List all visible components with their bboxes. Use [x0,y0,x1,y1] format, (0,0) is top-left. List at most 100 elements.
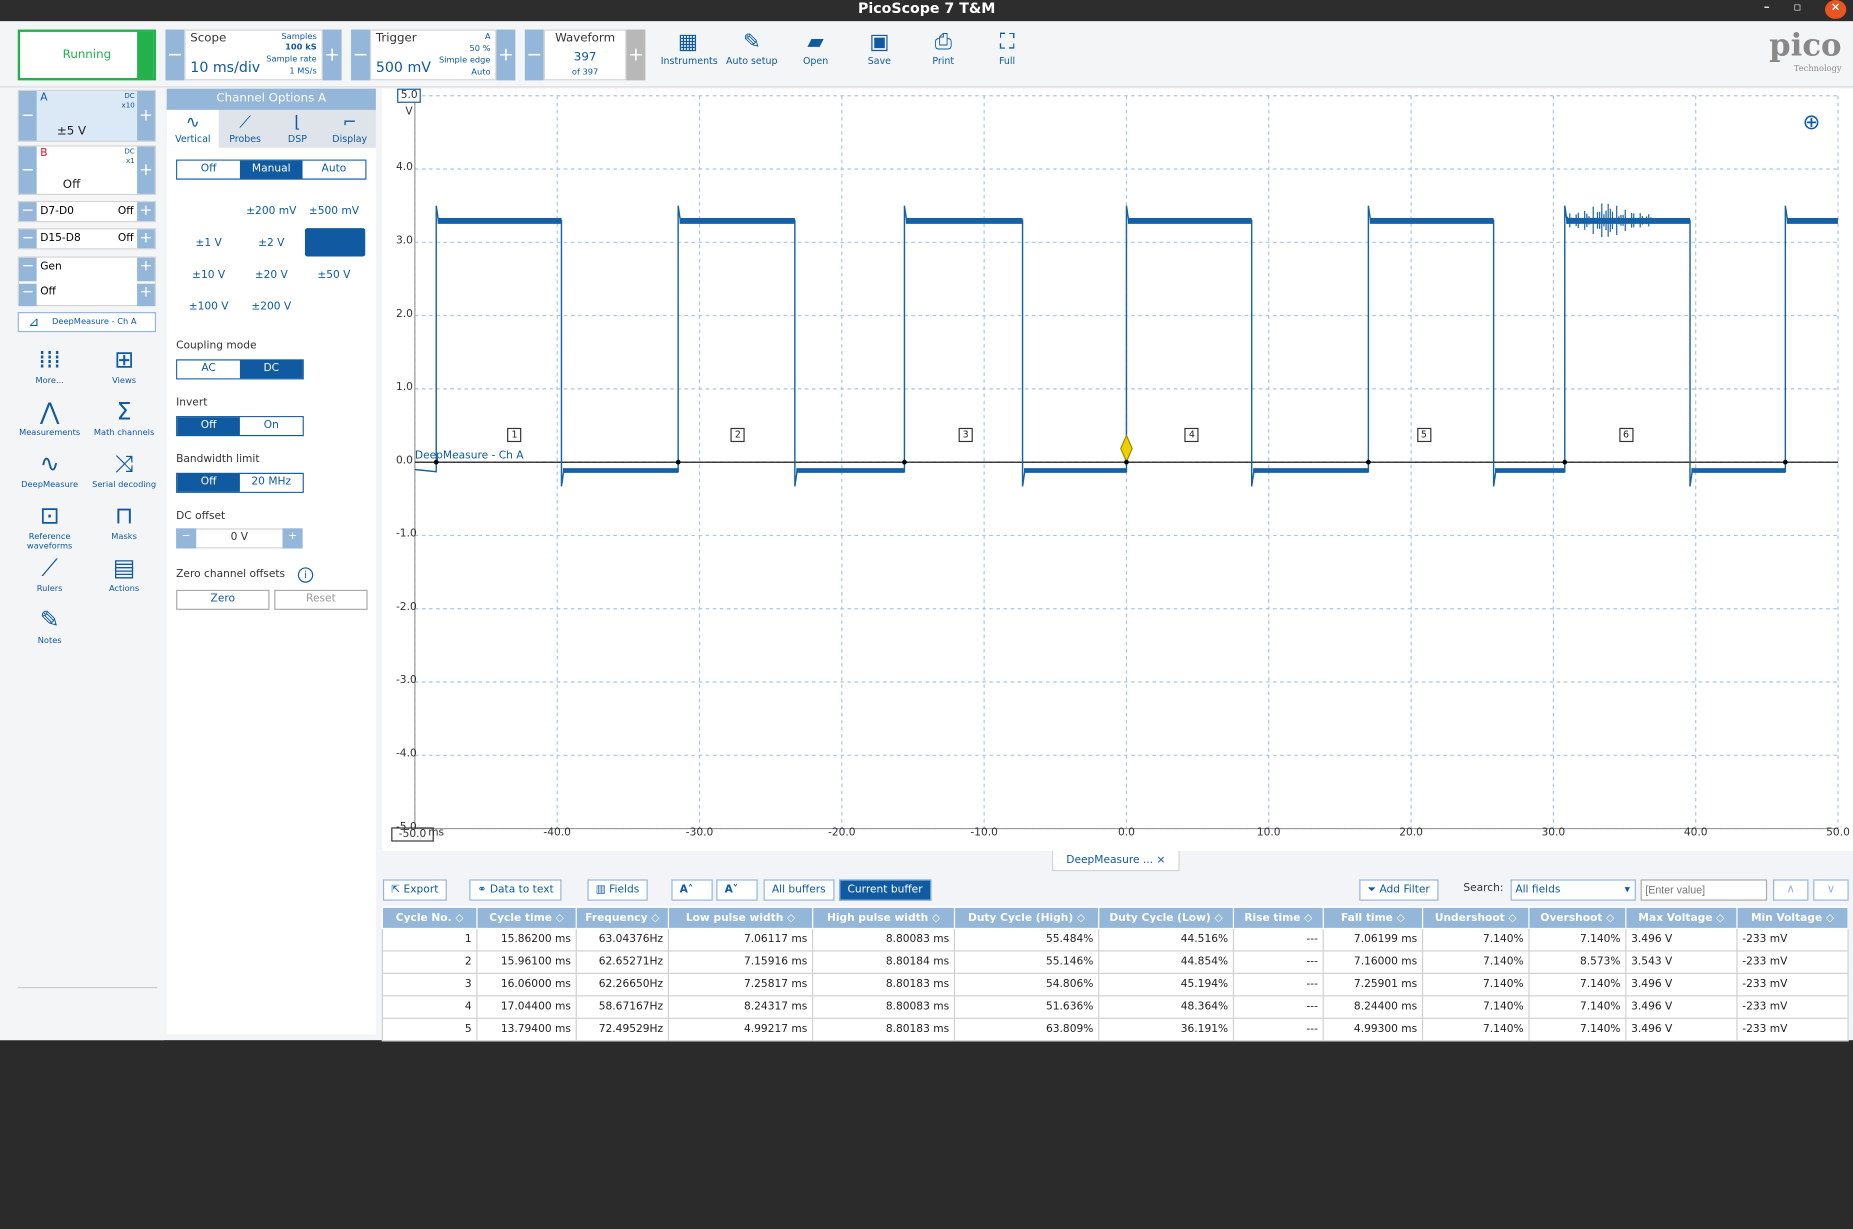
rulers-tool[interactable]: ⟋ Rulers [15,554,84,593]
channel-b-control[interactable]: − B DC x1 Off + [17,145,157,196]
tab-dsp[interactable]: ⌊ DSP [271,110,323,148]
cycle-marker[interactable]: 3 [958,427,973,443]
range-20v[interactable]: ±20 V [240,269,303,281]
dc-offset-field[interactable]: − 0 V + [176,528,303,549]
add-filter-button[interactable]: ⏷ Add Filter [1359,879,1439,901]
waveform-prev-button[interactable]: − [524,29,544,81]
column-header[interactable]: Min Voltage ◇ [1736,906,1849,930]
actions-tool[interactable]: ▤ Actions [90,554,159,593]
dc-offset-decrease[interactable]: − [176,528,197,549]
generator-control[interactable]: − − Gen Off + + [17,256,157,307]
run-stop-button[interactable]: Running [17,29,157,81]
zoom-icon[interactable]: ⊕ [1802,110,1820,135]
coupling-ac[interactable]: AC [177,360,240,379]
all-buffers-button[interactable]: All buffers [763,879,834,901]
range-5v-selected[interactable] [304,228,366,257]
deepmeasure-channel-button[interactable]: ⊿ DeepMeasure - Ch A [17,312,157,333]
current-buffer-button[interactable]: Current buffer [839,879,931,901]
more-tool[interactable]: ⁞⁞⁞ More... [15,346,84,385]
table-row[interactable]: 3 16.06000 ms 62.26650Hz 7.25817 ms 8.80183 … [381,972,1849,997]
channel-a-control[interactable]: − A DC x10 ±5 V + [17,89,157,142]
range-10v[interactable]: ±10 V [177,269,240,281]
timebase-decrease-button[interactable]: − [165,29,185,81]
auto-setup-button[interactable]: ✎ Auto setup [725,30,779,67]
bandwidth-20mhz[interactable]: 20 MHz [239,473,303,492]
print-button[interactable]: ⎙ Print [916,30,970,67]
range-50v[interactable]: ±50 V [303,269,366,281]
timebase-increase-button[interactable]: + [322,29,342,81]
range-mode-off[interactable]: Off [177,160,240,179]
tab-display[interactable]: ⌐ Display [324,110,376,148]
notes-tool[interactable]: ✎ Notes [15,606,84,645]
range-500mv[interactable]: ±500 mV [303,206,366,218]
bandwidth-off[interactable]: Off [177,473,240,492]
column-header[interactable]: Cycle time ◇ [476,906,577,930]
export-button[interactable]: ⇱ Export [382,879,447,901]
search-field-select[interactable]: All fields ▾ [1510,879,1636,901]
range-200mv[interactable]: ±200 mV [240,206,303,218]
table-row[interactable]: 2 15.96100 ms 62.65271Hz 7.15916 ms 8.80184 … [381,950,1849,974]
cycle-marker[interactable]: 1 [507,427,522,443]
digital-d7-d0[interactable]: − D7-D0 Off + [17,200,157,223]
d15-increase[interactable]: + [137,229,155,249]
dc-offset-increase[interactable]: + [282,528,303,549]
waveform-next-button[interactable]: + [626,29,646,81]
maximize-button[interactable]: ▫ [1793,0,1801,19]
column-header[interactable]: Duty Cycle (Low) ◇ [1098,906,1235,930]
open-button[interactable]: ▰ Open [788,30,842,67]
column-header[interactable]: Overshoot ◇ [1528,906,1627,930]
coupling-dc[interactable]: DC [239,360,303,379]
range-mode-auto[interactable]: Auto [302,160,366,179]
column-header[interactable]: Cycle No. ◇ [381,906,478,930]
tab-vertical[interactable]: ∿ Vertical [166,109,219,148]
d7-decrease[interactable]: − [18,202,37,222]
deepmeasure-tab[interactable]: DeepMeasure ... × [1051,851,1180,872]
range-mode-manual[interactable]: Manual [239,160,303,179]
range-2v[interactable]: ±2 V [240,238,303,250]
range-200v[interactable]: ±200 V [240,301,303,313]
serial-decoding-tool[interactable]: ⤨ Serial decoding [90,450,159,489]
data-to-text-button[interactable]: ⚭ Data to text [469,879,562,901]
channel-a-decrease[interactable]: − [18,91,37,141]
d15-decrease[interactable]: − [18,229,37,249]
invert-on[interactable]: On [239,417,303,435]
save-button[interactable]: ▣ Save [852,30,906,67]
reset-button[interactable]: Reset [274,589,368,610]
math-channels-tool[interactable]: Σ Math channels [90,398,159,437]
deepmeasure-tool[interactable]: ∿ DeepMeasure [15,450,84,489]
full-screen-button[interactable]: ⛶ Full [980,30,1034,67]
invert-off[interactable]: Off [177,417,240,435]
reference-waveforms-tool[interactable]: ⊡ Reference waveforms [15,502,84,550]
d7-increase[interactable]: + [137,202,155,222]
gen-decrease[interactable]: − [18,257,37,282]
digital-d15-d8[interactable]: − D15-D8 Off + [17,228,157,250]
minimize-button[interactable]: – [1764,0,1770,19]
measurements-tool[interactable]: ⋀ Measurements [15,398,84,437]
scope-view[interactable]: 5.0 V 4.0 3.0 2.0 1.0 0.0 -1.0 -2.0 -3.0 -4.0 -5.… [381,88,1853,852]
column-header[interactable]: Max Voltage ◇ [1625,906,1738,930]
column-header[interactable]: Duty Cycle (High) ◇ [953,906,1100,930]
gen-state-decrease[interactable]: − [18,283,37,307]
table-row[interactable]: 4 17.04400 ms 58.67167Hz 8.24317 ms 8.80083 … [381,995,1849,1019]
trigger-group[interactable]: Trigger 500 mV A 50 % Simple edge Auto [369,29,497,81]
channel-b-decrease[interactable]: − [18,146,37,194]
scope-group[interactable]: Scope 10 ms/div Samples 100 kS Sample ra… [184,29,323,81]
column-header[interactable]: Fall time ◇ [1322,906,1424,930]
search-input[interactable] [1640,879,1768,901]
column-header[interactable]: Undershoot ◇ [1421,906,1530,930]
fields-button[interactable]: ▥ Fields [587,879,648,901]
masks-tool[interactable]: ⊓ Masks [90,502,159,541]
table-row[interactable]: 1 15.86200 ms 63.04376Hz 7.06117 ms 8.80083 … [381,927,1849,952]
zero-button[interactable]: Zero [176,589,270,610]
info-icon[interactable]: i [297,567,314,583]
gen-increase[interactable]: + [137,257,155,282]
column-header[interactable]: Rise time ◇ [1232,906,1324,930]
trigger-increase-button[interactable]: + [496,29,516,81]
cycle-marker[interactable]: 2 [730,427,746,443]
range-1v[interactable]: ±1 V [177,238,240,250]
range-100v[interactable]: ±100 V [177,301,240,313]
gen-state-increase[interactable]: + [137,283,155,307]
cycle-marker[interactable]: 5 [1416,427,1431,443]
channel-a-increase[interactable]: + [137,91,155,141]
cycle-marker[interactable]: 6 [1618,427,1634,443]
